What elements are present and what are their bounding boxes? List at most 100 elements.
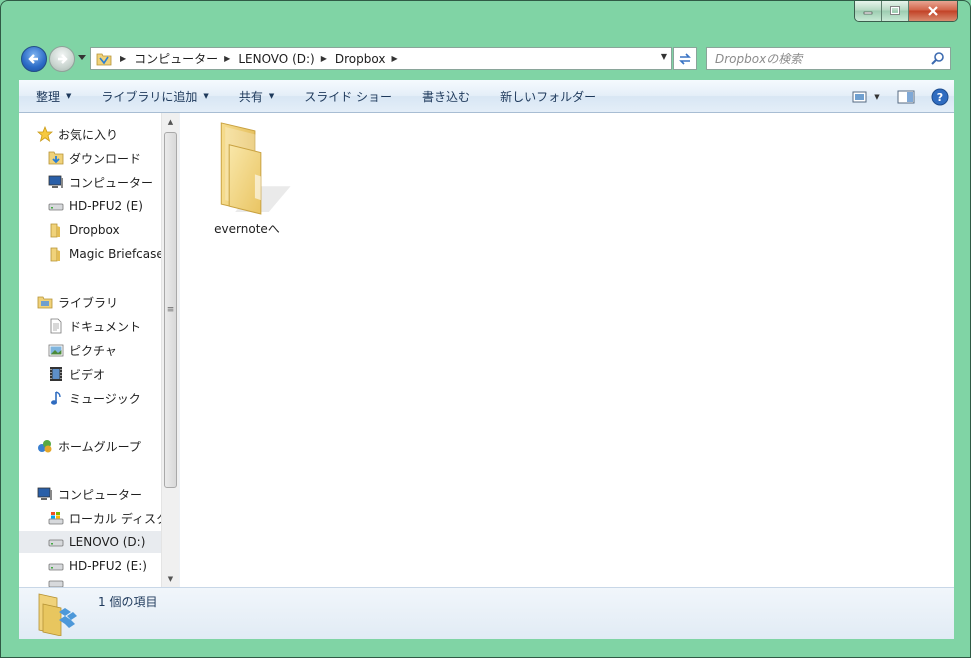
folder-icon bbox=[94, 49, 114, 69]
details-pane: 1 個の項目 bbox=[19, 587, 954, 639]
picture-icon bbox=[48, 342, 64, 358]
minimize-button[interactable] bbox=[855, 1, 882, 21]
slideshow-button[interactable]: スライド ショー bbox=[287, 80, 405, 113]
close-button[interactable] bbox=[909, 1, 957, 21]
explorer-window: ▶ コンピューター ▶ LENOVO (D:) ▶ Dropbox ▶ ▼ 整理… bbox=[0, 0, 971, 658]
chevron-down-icon bbox=[78, 55, 86, 60]
forward-button[interactable] bbox=[49, 46, 75, 72]
computer-icon bbox=[48, 174, 64, 190]
sidebar-item-hd-pfu2[interactable]: HD-PFU2 (E) bbox=[48, 195, 179, 217]
document-icon bbox=[48, 318, 64, 334]
breadcrumb-separator[interactable]: ▶ bbox=[391, 54, 397, 63]
sidebar-item-documents[interactable]: ドキュメント bbox=[48, 315, 179, 337]
breadcrumb-folder[interactable]: Dropbox bbox=[335, 52, 386, 66]
folder-icon bbox=[48, 222, 64, 238]
recent-pages-dropdown[interactable] bbox=[77, 53, 87, 63]
sidebar-item-label: HD-PFU2 (E:) bbox=[69, 559, 147, 573]
file-item-evernote[interactable]: evernoteへ bbox=[192, 117, 302, 237]
content-area: お気に入り ダウンロード コンピューター HD-PFU2 (E) Dropbox… bbox=[19, 113, 954, 587]
chevron-down-icon: ▼ bbox=[268, 92, 275, 100]
sidebar-computer[interactable]: コンピューター bbox=[37, 483, 179, 505]
scroll-down-icon[interactable]: ▼ bbox=[162, 570, 179, 587]
share-menu[interactable]: 共有 ▼ bbox=[222, 80, 287, 113]
minimize-icon bbox=[863, 11, 873, 15]
sidebar-item-label: ドキュメント bbox=[69, 319, 142, 334]
view-icon bbox=[852, 91, 867, 102]
homegroup-icon bbox=[37, 438, 53, 454]
item-count: 1 個の項目 bbox=[98, 595, 158, 609]
maximize-icon bbox=[890, 6, 900, 15]
breadcrumb-separator[interactable]: ▶ bbox=[321, 54, 327, 63]
folder-icon bbox=[48, 246, 64, 262]
chevron-down-icon: ▼ bbox=[66, 92, 72, 100]
organize-menu[interactable]: 整理 ▼ bbox=[19, 80, 84, 113]
sidebar-item-label: ライブラリ bbox=[58, 295, 119, 310]
local-disk-icon bbox=[48, 510, 64, 526]
refresh-button[interactable] bbox=[673, 47, 697, 70]
help-button[interactable]: ? bbox=[926, 85, 954, 109]
navigation-pane: お気に入り ダウンロード コンピューター HD-PFU2 (E) Dropbox… bbox=[19, 113, 179, 587]
burn-button[interactable]: 書き込む bbox=[405, 80, 483, 113]
view-options-button[interactable]: ▼ bbox=[846, 85, 886, 109]
file-name: evernoteへ bbox=[214, 222, 280, 236]
close-icon bbox=[928, 6, 938, 16]
navigation-scrollbar[interactable]: ▲ ≡ ▼ bbox=[161, 113, 179, 587]
add-to-library-menu[interactable]: ライブラリに追加 ▼ bbox=[84, 80, 221, 113]
sidebar-item-label: コンピューター bbox=[69, 175, 154, 190]
sidebar-item-label: ローカル ディスク bbox=[69, 511, 161, 526]
sidebar-item-magic-briefcase[interactable]: Magic Briefcase bbox=[48, 243, 161, 265]
sidebar-item-hd-pfu2-e[interactable]: HD-PFU2 (E:) bbox=[48, 555, 179, 577]
breadcrumb-separator: ▶ bbox=[120, 54, 127, 63]
sidebar-item-label: コンピューター bbox=[58, 487, 143, 502]
sidebar-item-label: Magic Briefcase bbox=[69, 247, 161, 261]
refresh-icon bbox=[679, 52, 691, 65]
sidebar-homegroup[interactable]: ホームグループ bbox=[37, 435, 179, 457]
scrollbar-thumb[interactable]: ≡ bbox=[164, 132, 177, 488]
address-bar[interactable]: ▶ コンピューター ▶ LENOVO (D:) ▶ Dropbox ▶ ▼ bbox=[90, 47, 672, 70]
sidebar-favorites[interactable]: お気に入り bbox=[37, 123, 179, 145]
sidebar-item-label: HD-PFU2 (E) bbox=[69, 199, 143, 213]
sidebar-item-label: ダウンロード bbox=[69, 151, 142, 166]
help-icon: ? bbox=[931, 88, 949, 105]
computer-icon bbox=[37, 486, 53, 502]
maximize-button[interactable] bbox=[882, 1, 909, 21]
sidebar-item-lenovo[interactable]: LENOVO (D:) bbox=[19, 531, 161, 553]
sidebar-item-label: ミュージック bbox=[69, 391, 141, 406]
breadcrumb-separator[interactable]: ▶ bbox=[224, 54, 230, 63]
back-button[interactable] bbox=[21, 46, 47, 72]
sidebar-item-computer[interactable]: コンピューター bbox=[48, 171, 179, 193]
drive-icon bbox=[48, 579, 64, 587]
search-input[interactable] bbox=[715, 51, 915, 66]
share-label: 共有 bbox=[238, 89, 263, 104]
file-list: evernoteへ bbox=[180, 113, 954, 587]
breadcrumb-drive[interactable]: LENOVO (D:) bbox=[238, 52, 314, 66]
sidebar-item-downloads[interactable]: ダウンロード bbox=[48, 147, 179, 169]
svg-text:?: ? bbox=[937, 91, 943, 104]
new-folder-button[interactable]: 新しいフォルダー bbox=[483, 80, 609, 113]
sidebar-item-music[interactable]: ミュージック bbox=[48, 387, 179, 409]
preview-pane-icon bbox=[897, 90, 915, 103]
back-arrow-icon bbox=[28, 54, 38, 64]
sidebar-item-partial bbox=[48, 579, 179, 587]
sidebar-item-videos[interactable]: ビデオ bbox=[48, 363, 179, 385]
sidebar-item-pictures[interactable]: ピクチャ bbox=[48, 339, 179, 361]
breadcrumb-computer[interactable]: コンピューター bbox=[134, 50, 218, 67]
dropbox-folder-icon bbox=[38, 593, 77, 636]
caption-buttons bbox=[854, 1, 958, 22]
scroll-up-icon[interactable]: ▲ bbox=[162, 113, 179, 130]
sidebar-item-label: LENOVO (D:) bbox=[69, 535, 146, 549]
forward-arrow-icon bbox=[58, 54, 68, 64]
address-dropdown-icon[interactable]: ▼ bbox=[661, 52, 667, 61]
search-icon[interactable] bbox=[931, 51, 945, 65]
downloads-folder-icon bbox=[48, 150, 64, 166]
folder-icon bbox=[220, 122, 291, 215]
sidebar-libraries[interactable]: ライブラリ bbox=[37, 291, 179, 313]
drive-icon bbox=[48, 558, 64, 574]
video-icon bbox=[48, 366, 64, 382]
sidebar-item-dropbox[interactable]: Dropbox bbox=[48, 219, 179, 241]
add-to-library-label: ライブラリに追加 bbox=[101, 89, 198, 104]
sidebar-item-label: ビデオ bbox=[69, 367, 106, 382]
preview-pane-button[interactable] bbox=[892, 85, 920, 109]
star-icon bbox=[37, 126, 53, 142]
sidebar-item-local-disk[interactable]: ローカル ディスク bbox=[48, 507, 161, 529]
